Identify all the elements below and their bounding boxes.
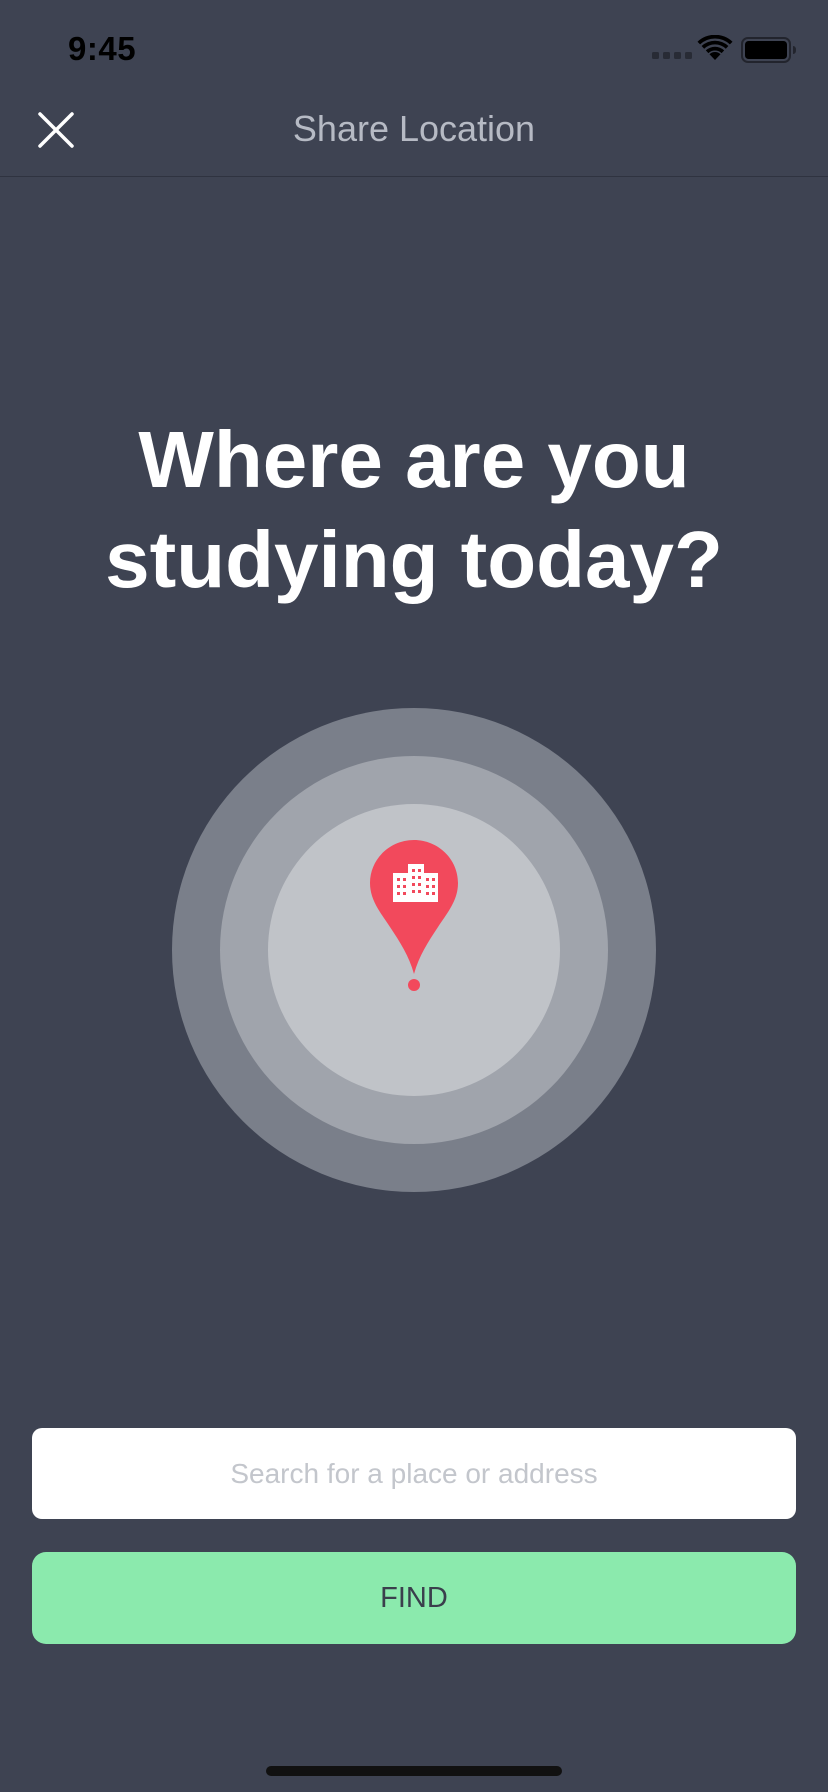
battery-icon bbox=[741, 37, 796, 63]
location-pin-building-icon bbox=[370, 840, 458, 991]
headline-line-2: studying today? bbox=[105, 515, 723, 604]
cellular-signal-icon bbox=[652, 52, 692, 59]
navigation-bar: Share Location bbox=[0, 100, 828, 177]
search-input[interactable] bbox=[32, 1428, 796, 1519]
share-location-screen: 9:45 Share Location Where are you studyi… bbox=[0, 0, 828, 1792]
wifi-icon bbox=[697, 35, 733, 60]
headline: Where are you studying today? bbox=[0, 410, 828, 610]
status-time: 9:45 bbox=[68, 30, 137, 67]
page-title: Share Location bbox=[292, 108, 536, 149]
headline-line-1: Where are you bbox=[138, 415, 690, 504]
status-bar: 9:45 bbox=[0, 0, 828, 100]
find-button[interactable]: FIND bbox=[32, 1552, 796, 1644]
home-indicator[interactable] bbox=[266, 1766, 562, 1776]
